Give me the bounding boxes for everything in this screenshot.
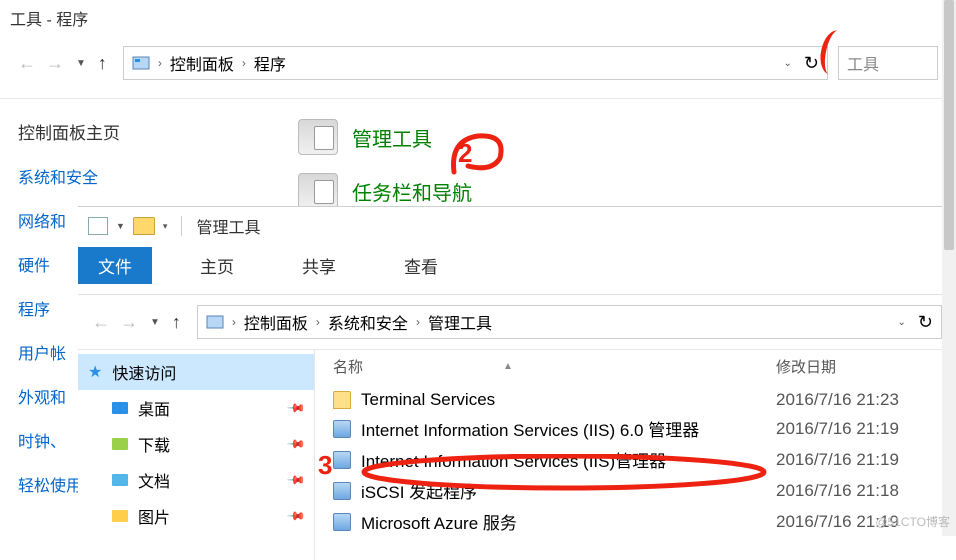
control-panel-icon	[206, 313, 224, 331]
chevron-right-icon: ›	[314, 315, 322, 329]
star-icon: ★	[88, 362, 102, 382]
tree-label: 快速访问	[112, 360, 176, 384]
refresh-icon[interactable]: ↻	[918, 312, 933, 333]
tab-home[interactable]: 主页	[180, 247, 254, 284]
separator	[181, 216, 182, 236]
back-icon[interactable]: ←	[18, 53, 36, 74]
pin-icon: 📌	[286, 398, 306, 418]
tool-label: 管理工具	[352, 123, 432, 152]
item-date: 2016/7/16 21:18	[776, 481, 946, 501]
breadcrumb-item[interactable]: 系统和安全	[328, 310, 408, 334]
breadcrumb-item[interactable]: 程序	[254, 51, 286, 75]
item-date: 2016/7/16 21:19	[776, 419, 946, 439]
tree-label: 桌面	[138, 396, 170, 420]
item-name: Internet Information Services (IIS) 6.0 …	[361, 416, 699, 441]
tree-label: 图片	[138, 504, 170, 528]
list-item[interactable]: iSCSI 发起程序 2016/7/16 21:18	[325, 475, 946, 506]
list-item[interactable]: Internet Information Services (IIS) 6.0 …	[325, 413, 946, 444]
tree-pictures[interactable]: 图片 📌	[78, 498, 314, 534]
sort-indicator-icon: ▲	[503, 361, 513, 372]
nav-tree: ★ 快速访问 桌面 📌 下载 📌 文档 📌 图片 📌	[78, 350, 314, 560]
ribbon-tabs: 文件 主页 共享 查看	[78, 239, 956, 295]
item-date: 2016/7/16 21:23	[776, 390, 946, 410]
history-dropdown-icon[interactable]: ▼	[74, 58, 88, 69]
tree-documents[interactable]: 文档 📌	[78, 462, 314, 498]
back-icon[interactable]: ←	[92, 312, 110, 333]
list-item[interactable]: Microsoft Azure 服务 2016/7/16 21:19	[325, 506, 946, 537]
quick-access-toolbar: ▼ ▾ 管理工具	[78, 207, 956, 239]
shortcut-icon	[333, 420, 351, 438]
tree-label: 文档	[138, 468, 170, 492]
control-panel-icon	[132, 54, 150, 72]
forward-icon[interactable]: →	[46, 53, 64, 74]
watermark: @51CTO博客	[875, 513, 950, 530]
qat-dropdown-icon[interactable]: ▾	[163, 221, 168, 232]
breadcrumb-bar[interactable]: › 控制面板 › 程序 ⌄ ↻	[123, 46, 828, 80]
item-name: Microsoft Azure 服务	[361, 509, 517, 534]
forward-icon[interactable]: →	[120, 312, 138, 333]
scrollbar-thumb[interactable]	[944, 0, 954, 250]
chevron-down-icon[interactable]: ⌄	[896, 317, 908, 328]
pictures-icon	[112, 510, 128, 522]
item-name: Internet Information Services (IIS)管理器	[361, 447, 666, 472]
col-name[interactable]: 名称	[333, 356, 363, 377]
admin-tools-explorer-window: ▼ ▾ 管理工具 文件 主页 共享 查看 ← → ▼ ↑ › 控制面板 › 系统…	[78, 206, 956, 536]
documents-icon	[112, 474, 128, 486]
tab-share[interactable]: 共享	[282, 247, 356, 284]
history-dropdown-icon[interactable]: ▼	[148, 317, 162, 328]
sidebar-link-system-security[interactable]: 系统和安全	[18, 164, 138, 188]
pin-icon: 📌	[286, 470, 306, 490]
downloads-icon	[112, 438, 128, 450]
chevron-right-icon: ›	[230, 315, 238, 329]
taskbar-icon: ✔✔	[298, 173, 338, 209]
tree-downloads[interactable]: 下载 📌	[78, 426, 314, 462]
explorer-body: ★ 快速访问 桌面 📌 下载 📌 文档 📌 图片 📌	[78, 350, 956, 560]
tool-taskbar-nav[interactable]: ✔✔ 任务栏和导航	[298, 173, 472, 209]
shortcut-icon	[333, 482, 351, 500]
chevron-right-icon: ›	[156, 56, 164, 70]
desktop-icon	[112, 402, 128, 414]
folder-icon	[133, 217, 155, 235]
item-name: Terminal Services	[361, 390, 495, 410]
chevron-down-icon[interactable]: ⌄	[782, 58, 794, 69]
list-item[interactable]: Terminal Services 2016/7/16 21:23	[325, 387, 946, 413]
properties-icon[interactable]	[88, 217, 108, 235]
list-item-iis-manager[interactable]: Internet Information Services (IIS)管理器 2…	[325, 444, 946, 475]
tree-label: 下载	[138, 432, 170, 456]
window-title: 管理工具	[196, 214, 260, 238]
qat-dropdown-icon[interactable]: ▼	[116, 221, 125, 231]
pin-icon: 📌	[286, 434, 306, 454]
tab-file[interactable]: 文件	[78, 247, 152, 284]
col-date[interactable]: 修改日期	[776, 356, 946, 377]
tab-view[interactable]: 查看	[384, 247, 458, 284]
file-list: 名称 ▲ 修改日期 Terminal Services 2016/7/16 21:…	[314, 350, 956, 560]
item-date: 2016/7/16 21:19	[776, 450, 946, 470]
tree-quick-access[interactable]: ★ 快速访问	[78, 354, 314, 390]
pin-icon: 📌	[286, 506, 306, 526]
breadcrumb-item[interactable]: 控制面板	[244, 310, 308, 334]
chevron-right-icon: ›	[240, 56, 248, 70]
nav-bar: ← → ▼ ↑ › 控制面板 › 程序 ⌄ ↻ 工具	[0, 36, 956, 99]
shortcut-icon	[333, 513, 351, 531]
window-title: 工具 - 程序	[0, 0, 956, 36]
chevron-right-icon: ›	[414, 315, 422, 329]
tree-desktop[interactable]: 桌面 📌	[78, 390, 314, 426]
up-icon[interactable]: ↑	[172, 312, 181, 333]
search-input[interactable]: 工具	[838, 46, 938, 80]
refresh-icon[interactable]: ↻	[804, 53, 819, 74]
nav-bar: ← → ▼ ↑ › 控制面板 › 系统和安全 › 管理工具 ⌄ ↻	[78, 295, 956, 350]
breadcrumb-bar[interactable]: › 控制面板 › 系统和安全 › 管理工具 ⌄ ↻	[197, 305, 942, 339]
column-headers[interactable]: 名称 ▲ 修改日期	[325, 350, 946, 387]
shortcut-icon	[333, 451, 351, 469]
tool-label: 任务栏和导航	[352, 177, 472, 206]
folder-icon	[333, 391, 351, 409]
tool-admin-tools[interactable]: ✔✔✔ 管理工具	[298, 119, 472, 155]
item-name: iSCSI 发起程序	[361, 478, 477, 503]
up-icon[interactable]: ↑	[98, 53, 107, 74]
sidebar-header[interactable]: 控制面板主页	[18, 119, 138, 144]
vertical-scrollbar[interactable]	[942, 0, 956, 536]
admin-tools-icon: ✔✔✔	[298, 119, 338, 155]
breadcrumb-item[interactable]: 管理工具	[428, 310, 492, 334]
breadcrumb-item[interactable]: 控制面板	[170, 51, 234, 75]
